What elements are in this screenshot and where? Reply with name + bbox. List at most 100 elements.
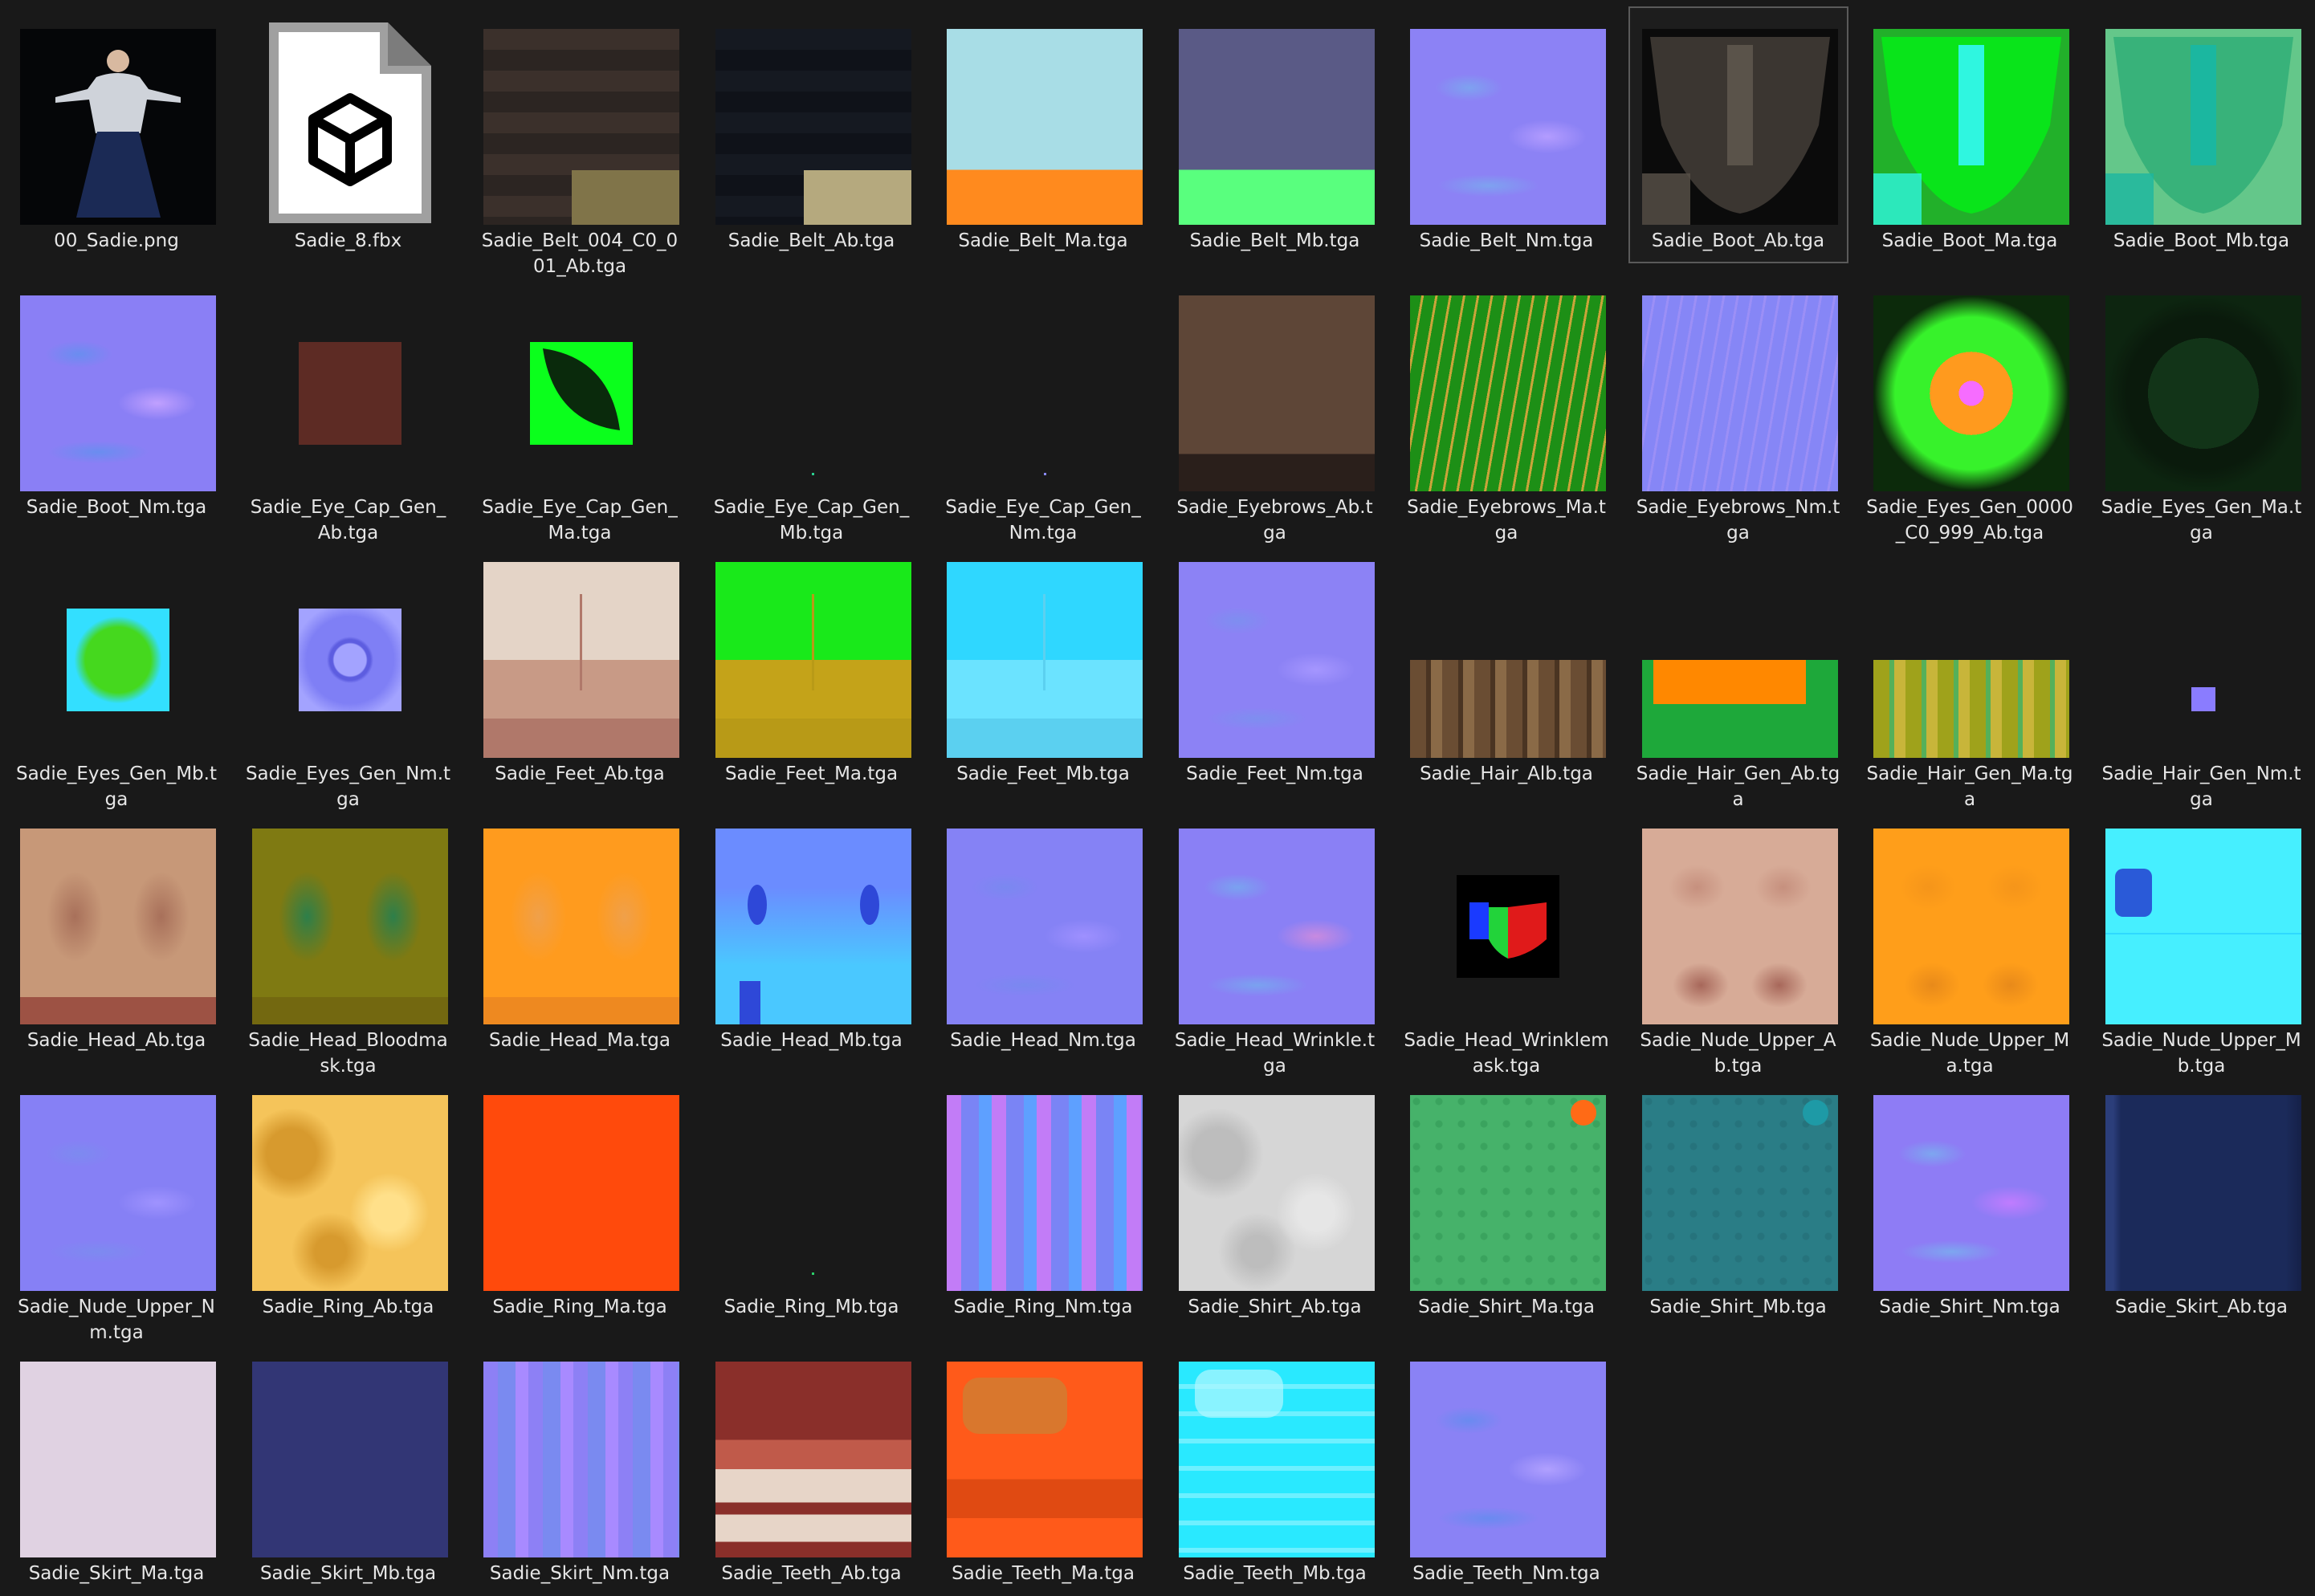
- file-thumbnail[interactable]: [947, 1341, 1143, 1557]
- file-item[interactable]: Sadie_Eyes_Gen_Ma.tga: [2092, 273, 2312, 544]
- file-item[interactable]: Sadie_Shirt_Ma.tga: [1396, 1073, 1616, 1329]
- file-thumbnail[interactable]: [947, 275, 1143, 491]
- file-item[interactable]: Sadie_Eyebrows_Ab.tga: [1165, 273, 1385, 544]
- file-thumbnail[interactable]: [1641, 1074, 1838, 1291]
- file-item[interactable]: Sadie_Nude_Upper_Ab.tga: [1628, 806, 1848, 1077]
- file-item[interactable]: Sadie_Teeth_Nm.tga: [1396, 1339, 1616, 1596]
- file-thumbnail[interactable]: [20, 8, 216, 225]
- file-item[interactable]: Sadie_Teeth_Ab.tga: [702, 1339, 922, 1596]
- file-thumbnail[interactable]: [483, 541, 679, 758]
- file-item[interactable]: Sadie_Head_Bloodmask.tga: [238, 806, 459, 1077]
- file-thumbnail[interactable]: [1410, 275, 1606, 491]
- file-item[interactable]: Sadie_Skirt_Ma.tga: [6, 1339, 226, 1596]
- file-thumbnail[interactable]: [1410, 541, 1606, 758]
- file-item[interactable]: Sadie_Ring_Ma.tga: [470, 1073, 690, 1329]
- file-item[interactable]: Sadie_Ring_Nm.tga: [933, 1073, 1153, 1329]
- file-item[interactable]: Sadie_Shirt_Ab.tga: [1165, 1073, 1385, 1329]
- file-item[interactable]: Sadie_Eye_Cap_Gen_Ab.tga: [238, 273, 459, 544]
- file-item[interactable]: Sadie_Eyebrows_Ma.tga: [1396, 273, 1616, 544]
- file-item[interactable]: Sadie_Boot_Ab.tga: [1628, 6, 1848, 263]
- file-item[interactable]: Sadie_Eye_Cap_Gen_Ma.tga: [470, 273, 690, 544]
- file-thumbnail[interactable]: [483, 275, 679, 491]
- file-item[interactable]: Sadie_Head_Ab.tga: [6, 806, 226, 1063]
- file-item[interactable]: Sadie_Belt_Nm.tga: [1396, 6, 1616, 263]
- file-thumbnail[interactable]: [251, 808, 448, 1024]
- file-thumbnail[interactable]: [1873, 541, 2069, 758]
- file-thumbnail[interactable]: [2105, 541, 2301, 758]
- file-item[interactable]: Sadie_Hair_Gen_Ma.tga: [1860, 539, 2080, 810]
- file-thumbnail[interactable]: [947, 8, 1143, 225]
- file-item[interactable]: Sadie_Skirt_Nm.tga: [470, 1339, 690, 1596]
- file-thumbnail[interactable]: [1178, 1074, 1375, 1291]
- file-item[interactable]: Sadie_Belt_Ma.tga: [933, 6, 1153, 263]
- file-thumbnail[interactable]: [2105, 8, 2301, 225]
- file-item[interactable]: Sadie_Head_Ma.tga: [470, 806, 690, 1063]
- file-thumbnail[interactable]: [1178, 808, 1375, 1024]
- file-thumbnail[interactable]: [715, 808, 911, 1024]
- file-item[interactable]: Sadie_Boot_Ma.tga: [1860, 6, 2080, 263]
- file-thumbnail[interactable]: [715, 8, 911, 225]
- file-item[interactable]: Sadie_Belt_004_C0_001_Ab.tga: [470, 6, 690, 277]
- file-thumbnail[interactable]: [1410, 1341, 1606, 1557]
- file-item[interactable]: Sadie_Eye_Cap_Gen_Mb.tga: [702, 273, 922, 544]
- file-item[interactable]: Sadie_Skirt_Ab.tga: [2092, 1073, 2312, 1329]
- file-item[interactable]: Sadie_Shirt_Mb.tga: [1628, 1073, 1848, 1329]
- file-thumbnail[interactable]: [20, 808, 216, 1024]
- file-thumbnail[interactable]: [2105, 1074, 2301, 1291]
- file-item[interactable]: Sadie_Belt_Ab.tga: [702, 6, 922, 263]
- file-thumbnail[interactable]: [483, 8, 679, 225]
- file-item[interactable]: Sadie_Eyebrows_Nm.tga: [1628, 273, 1848, 544]
- file-thumbnail[interactable]: [1641, 541, 1838, 758]
- file-item[interactable]: Sadie_Head_Wrinkle.tga: [1165, 806, 1385, 1077]
- file-item[interactable]: Sadie_Feet_Nm.tga: [1165, 539, 1385, 796]
- file-thumbnail[interactable]: [1178, 1341, 1375, 1557]
- file-thumbnail[interactable]: [1178, 541, 1375, 758]
- file-item[interactable]: Sadie_Feet_Ma.tga: [702, 539, 922, 796]
- file-item[interactable]: Sadie_Nude_Upper_Ma.tga: [1860, 806, 2080, 1077]
- file-thumbnail[interactable]: [2105, 808, 2301, 1024]
- file-item[interactable]: Sadie_Eyes_Gen_0000_C0_999_Ab.tga: [1860, 273, 2080, 544]
- file-item[interactable]: Sadie_Ring_Mb.tga: [702, 1073, 922, 1329]
- file-thumbnail[interactable]: [1410, 1074, 1606, 1291]
- file-item[interactable]: Sadie_Eye_Cap_Gen_Nm.tga: [933, 273, 1153, 544]
- file-item[interactable]: Sadie_Head_Wrinklemask.tga: [1396, 806, 1616, 1077]
- file-thumbnail[interactable]: [483, 1074, 679, 1291]
- file-thumbnail[interactable]: [20, 541, 216, 758]
- file-item[interactable]: Sadie_Belt_Mb.tga: [1165, 6, 1385, 263]
- file-item[interactable]: Sadie_Ring_Ab.tga: [238, 1073, 459, 1329]
- file-item[interactable]: Sadie_Boot_Mb.tga: [2092, 6, 2312, 263]
- file-item[interactable]: Sadie_Head_Nm.tga: [933, 806, 1153, 1063]
- file-thumbnail[interactable]: [20, 275, 216, 491]
- file-item[interactable]: Sadie_8.fbx: [238, 6, 459, 263]
- file-thumbnail[interactable]: [1873, 8, 2069, 225]
- file-thumbnail[interactable]: [715, 275, 911, 491]
- file-item[interactable]: Sadie_Teeth_Mb.tga: [1165, 1339, 1385, 1596]
- file-thumbnail[interactable]: [947, 541, 1143, 758]
- file-item[interactable]: Sadie_Shirt_Nm.tga: [1860, 1073, 2080, 1329]
- file-thumbnail[interactable]: [715, 541, 911, 758]
- file-thumbnail[interactable]: [715, 1074, 911, 1291]
- file-thumbnail[interactable]: [483, 1341, 679, 1557]
- file-thumbnail[interactable]: [2105, 275, 2301, 491]
- file-thumbnail[interactable]: [1873, 808, 2069, 1024]
- file-item[interactable]: Sadie_Feet_Mb.tga: [933, 539, 1153, 796]
- file-thumbnail[interactable]: [1178, 275, 1375, 491]
- file-thumbnail[interactable]: [947, 808, 1143, 1024]
- file-item[interactable]: Sadie_Nude_Upper_Mb.tga: [2092, 806, 2312, 1077]
- file-item[interactable]: Sadie_Head_Mb.tga: [702, 806, 922, 1063]
- file-thumbnail[interactable]: [1641, 8, 1838, 225]
- file-thumbnail[interactable]: [252, 8, 448, 225]
- file-thumbnail[interactable]: [251, 1074, 448, 1291]
- file-thumbnail[interactable]: [1410, 8, 1606, 225]
- file-item[interactable]: 00_Sadie.png: [6, 6, 226, 263]
- file-item[interactable]: Sadie_Feet_Ab.tga: [470, 539, 690, 796]
- file-item[interactable]: Sadie_Eyes_Gen_Mb.tga: [6, 539, 226, 810]
- file-item[interactable]: Sadie_Nude_Upper_Nm.tga: [6, 1073, 226, 1343]
- file-thumbnail[interactable]: [1873, 275, 2069, 491]
- file-item[interactable]: Sadie_Hair_Gen_Nm.tga: [2092, 539, 2312, 810]
- file-thumbnail[interactable]: [20, 1341, 216, 1557]
- file-thumbnail[interactable]: [947, 1074, 1143, 1291]
- file-thumbnail[interactable]: [483, 808, 679, 1024]
- file-item[interactable]: Sadie_Hair_Gen_Ab.tga: [1628, 539, 1848, 810]
- file-item[interactable]: Sadie_Hair_Alb.tga: [1396, 539, 1616, 796]
